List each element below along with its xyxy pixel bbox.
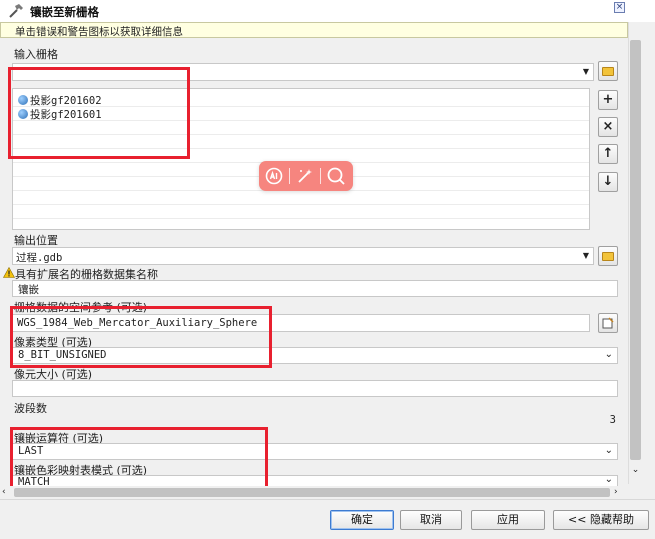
list-item[interactable]: 投影gf201601 — [13, 107, 589, 121]
ai-icon[interactable] — [265, 167, 283, 185]
cancel-button[interactable]: 取消 — [400, 510, 462, 530]
chevron-down-icon[interactable]: ⌄ — [605, 445, 613, 456]
properties-icon — [602, 317, 614, 329]
add-raster-button[interactable]: + — [598, 90, 618, 110]
window-title: 镶嵌至新栅格 — [30, 5, 99, 19]
input-rasters-browse-button[interactable] — [598, 61, 618, 81]
hint-close-icon[interactable]: × — [614, 2, 625, 13]
chevron-down-icon[interactable]: ▼ — [581, 248, 591, 264]
horizontal-scrollbar-thumb[interactable] — [14, 488, 610, 497]
pixel-type-select[interactable]: 8_BIT_UNSIGNED ⌄ — [12, 347, 618, 364]
mosaic-operator-select[interactable]: LAST ⌄ — [12, 443, 618, 460]
hint-bar: 单击错误和警告图标以获取详细信息 — [0, 22, 628, 38]
list-item — [13, 121, 589, 135]
raster-icon — [18, 95, 28, 105]
list-item — [13, 191, 589, 205]
spatial-reference-properties-button[interactable] — [598, 313, 618, 333]
chevron-down-icon[interactable]: ⌄ — [605, 476, 613, 485]
list-item — [13, 135, 589, 149]
apply-button[interactable]: 应用 — [471, 510, 545, 530]
input-rasters-label: 输入栅格 — [14, 48, 58, 61]
output-location-label: 输出位置 — [14, 234, 58, 247]
spatial-reference-label: 栅格数据的空间参考 (可选) — [14, 301, 148, 314]
output-location-browse-button[interactable] — [598, 246, 618, 266]
output-location-combo[interactable]: 过程.gdb ▼ — [12, 247, 594, 265]
title-bar: 镶嵌至新栅格 — [0, 0, 655, 22]
remove-raster-button[interactable]: × — [598, 117, 618, 137]
magic-wand-icon[interactable] — [296, 167, 314, 185]
cell-size-input[interactable] — [12, 380, 618, 397]
move-down-button[interactable]: ↓ — [598, 172, 618, 192]
ok-button[interactable]: 确定 — [330, 510, 394, 530]
toolbar-separator — [289, 168, 290, 184]
warning-icon[interactable] — [3, 267, 15, 278]
input-rasters-combo[interactable]: ▼ — [12, 63, 594, 81]
input-rasters-list[interactable]: 投影gf201602 投影gf201601 — [12, 88, 590, 230]
hide-help-button[interactable]: << 隐藏帮助 — [553, 510, 649, 530]
raster-icon — [18, 109, 28, 119]
scroll-down-icon[interactable]: ⌄ — [629, 465, 642, 477]
ai-floating-toolbar — [259, 161, 353, 191]
band-count-input[interactable]: 3 — [12, 413, 618, 429]
folder-icon — [602, 252, 614, 261]
dataset-name-input[interactable]: 镶嵌 — [12, 280, 618, 297]
search-icon[interactable] — [326, 166, 346, 186]
hint-text: 单击错误和警告图标以获取详细信息 — [15, 26, 183, 38]
scroll-left-icon[interactable]: ‹ — [2, 486, 12, 498]
scroll-right-icon[interactable]: › — [614, 486, 624, 498]
list-item — [13, 205, 589, 219]
folder-icon — [602, 67, 614, 76]
list-item[interactable]: 投影gf201602 — [13, 93, 589, 107]
toolbar-separator — [320, 168, 321, 184]
vertical-scrollbar-thumb[interactable] — [630, 40, 641, 460]
move-up-button[interactable]: ↑ — [598, 144, 618, 164]
spatial-reference-input[interactable]: WGS_1984_Web_Mercator_Auxiliary_Sphere — [12, 314, 590, 332]
chevron-down-icon[interactable]: ⌄ — [605, 349, 613, 360]
hammer-icon — [9, 4, 23, 18]
chevron-down-icon[interactable]: ▼ — [581, 64, 591, 80]
